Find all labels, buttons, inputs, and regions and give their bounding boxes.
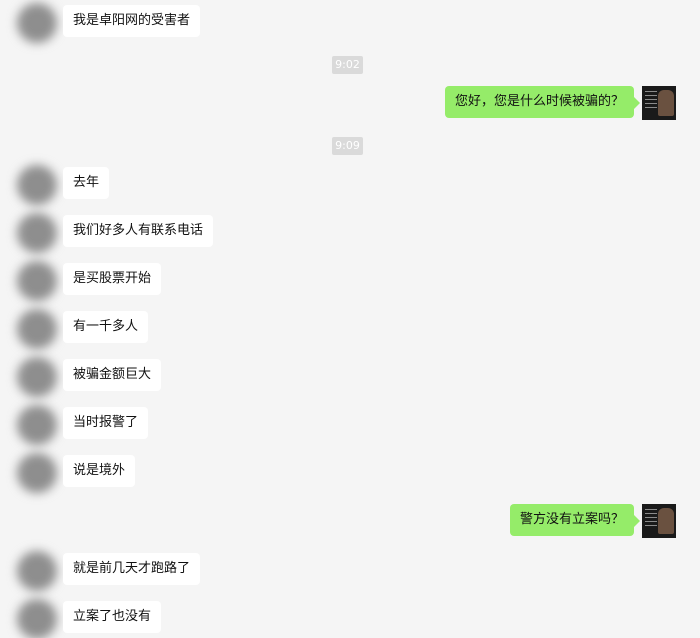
avatar-portrait bbox=[658, 508, 674, 534]
message-row-received: 有一千多人 bbox=[0, 309, 700, 349]
chat-window: 我是卓阳网的受害者 9:02 您好，您是什么时候被骗的？ 9:09 去年 我们好… bbox=[0, 0, 700, 638]
message-bubble-received[interactable]: 说是境外 bbox=[63, 455, 136, 487]
message-bubble-received[interactable]: 被骗金额巨大 bbox=[63, 359, 162, 391]
contact-avatar[interactable] bbox=[17, 309, 57, 349]
message-row-received: 就是前几天才跑路了 bbox=[0, 551, 700, 591]
user-avatar[interactable] bbox=[642, 86, 676, 120]
message-bubble-received[interactable]: 去年 bbox=[63, 167, 110, 199]
avatar-image bbox=[645, 91, 657, 111]
timestamp-divider: 9:09 bbox=[332, 137, 363, 155]
message-row-received: 说是境外 bbox=[0, 453, 700, 493]
message-row-received: 我是卓阳网的受害者 bbox=[0, 3, 700, 43]
contact-avatar[interactable] bbox=[17, 551, 57, 591]
message-row-received: 立案了也没有 bbox=[0, 599, 700, 638]
message-bubble-received[interactable]: 就是前几天才跑路了 bbox=[63, 553, 201, 585]
message-row-received: 我们好多人有联系电话 bbox=[0, 213, 700, 253]
message-bubble-received[interactable]: 我们好多人有联系电话 bbox=[63, 215, 214, 247]
contact-avatar[interactable] bbox=[17, 261, 57, 301]
message-row-received: 是买股票开始 bbox=[0, 261, 700, 301]
message-bubble-sent[interactable]: 您好，您是什么时候被骗的？ bbox=[444, 86, 641, 118]
contact-avatar[interactable] bbox=[17, 599, 57, 638]
message-bubble-received[interactable]: 有一千多人 bbox=[63, 311, 149, 343]
message-row-sent: 您好，您是什么时候被骗的？ bbox=[0, 86, 700, 120]
message-row-received: 被骗金额巨大 bbox=[0, 357, 700, 397]
contact-avatar[interactable] bbox=[17, 405, 57, 445]
contact-avatar[interactable] bbox=[17, 213, 57, 253]
message-bubble-received[interactable]: 是买股票开始 bbox=[63, 263, 162, 295]
contact-avatar[interactable] bbox=[17, 3, 57, 43]
message-bubble-received[interactable]: 我是卓阳网的受害者 bbox=[63, 5, 201, 37]
contact-avatar[interactable] bbox=[17, 165, 57, 205]
message-row-sent: 警方没有立案吗？ bbox=[0, 504, 700, 538]
message-bubble-sent[interactable]: 警方没有立案吗？ bbox=[509, 504, 641, 536]
message-row-received: 当时报警了 bbox=[0, 405, 700, 445]
timestamp-divider: 9:02 bbox=[332, 56, 363, 74]
user-avatar[interactable] bbox=[642, 504, 676, 538]
avatar-portrait bbox=[658, 90, 674, 116]
message-bubble-received[interactable]: 立案了也没有 bbox=[63, 601, 162, 633]
message-row-received: 去年 bbox=[0, 165, 700, 205]
contact-avatar[interactable] bbox=[17, 453, 57, 493]
message-bubble-received[interactable]: 当时报警了 bbox=[63, 407, 149, 439]
contact-avatar[interactable] bbox=[17, 357, 57, 397]
avatar-image bbox=[645, 509, 657, 529]
